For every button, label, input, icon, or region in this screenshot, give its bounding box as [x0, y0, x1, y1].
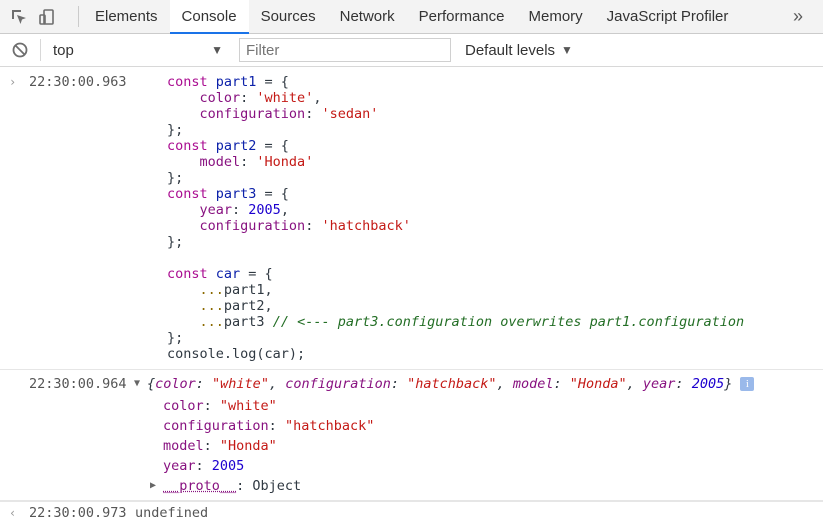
- object-summary-row[interactable]: 22:30:00.964 ▼ {color: "white", configur…: [0, 376, 823, 392]
- log-levels-label: Default levels: [465, 41, 556, 59]
- property-value: "Honda": [219, 438, 277, 454]
- tab-network[interactable]: Network: [328, 0, 407, 33]
- tab-sources[interactable]: Sources: [249, 0, 328, 33]
- console-toolbar: top ▼ Default levels ▼: [0, 34, 823, 67]
- timestamp: 22:30:00.964: [29, 376, 127, 392]
- toolbar-divider: [78, 6, 79, 27]
- console-log-entry: 22:30:00.964 ▼ {color: "white", configur…: [0, 370, 823, 501]
- tab-console[interactable]: Console: [169, 0, 249, 34]
- property-key: year: [163, 458, 196, 474]
- tab-label: Console: [181, 8, 237, 25]
- object-property: color: "white": [163, 398, 277, 414]
- tab-performance[interactable]: Performance: [407, 0, 517, 33]
- context-label: top: [53, 41, 74, 59]
- context-selector[interactable]: top ▼: [40, 39, 231, 61]
- tool-icons: [0, 0, 78, 33]
- filter-field[interactable]: [239, 38, 451, 62]
- info-icon[interactable]: i: [740, 377, 755, 391]
- tab-label: Elements: [95, 8, 158, 25]
- log-levels-dropdown[interactable]: Default levels ▼: [465, 42, 573, 59]
- input-prompt-icon: ›: [9, 75, 17, 89]
- device-toolbar-icon[interactable]: [36, 6, 58, 28]
- object-property: configuration: "hatchback": [163, 418, 375, 434]
- property-value: "white": [219, 398, 277, 414]
- object-property: year: 2005: [163, 458, 245, 474]
- property-value: "hatchback": [284, 418, 375, 434]
- expand-caret-icon[interactable]: ▼: [134, 376, 140, 392]
- proto-property[interactable]: ▶ __proto__: Object: [0, 476, 823, 496]
- tab-label: Performance: [418, 8, 505, 25]
- tab-elements[interactable]: Elements: [83, 0, 170, 33]
- expand-caret-icon[interactable]: ▶: [150, 476, 156, 496]
- filter-input[interactable]: [240, 41, 447, 59]
- tab-label: JavaScript Profiler: [606, 8, 729, 25]
- property-key: configuration: [163, 418, 269, 434]
- tab-memory[interactable]: Memory: [517, 0, 595, 33]
- tab-label: Sources: [260, 8, 316, 25]
- property-key: __proto__: [163, 478, 237, 494]
- more-tabs-button[interactable]: »: [793, 0, 803, 33]
- devtools-tab-bar: Elements Console Sources Network Perform…: [0, 0, 823, 34]
- console-result-entry: ‹ 22:30:00.973 undefined: [0, 501, 823, 522]
- property-key: model: [163, 438, 204, 454]
- dropdown-caret-icon: ▼: [561, 43, 573, 57]
- timestamp: 22:30:00.963: [29, 74, 127, 90]
- tab-label: Network: [339, 8, 395, 25]
- object-preview: {color: "white", configuration: "hatchba…: [147, 376, 755, 392]
- property-value: 2005: [211, 458, 245, 474]
- tab-label: Memory: [528, 8, 583, 25]
- object-property: model: "Honda": [163, 438, 277, 454]
- timestamp: 22:30:00.973: [29, 505, 127, 521]
- source-code[interactable]: const part1 = { color: 'white', configur…: [0, 67, 823, 369]
- property-key: color: [163, 398, 204, 414]
- result-arrow-icon: ‹: [9, 506, 17, 520]
- dropdown-caret-icon: ▼: [211, 43, 223, 57]
- clear-console-button[interactable]: [0, 42, 40, 58]
- property-value: Object: [252, 478, 302, 494]
- tab-javascript-profiler[interactable]: JavaScript Profiler: [595, 0, 741, 33]
- inspect-element-icon[interactable]: [8, 6, 30, 28]
- console-input-entry: › 22:30:00.963 const part1 = { color: 'w…: [0, 67, 823, 370]
- clear-console-icon: [12, 42, 28, 58]
- console-messages: › 22:30:00.963 const part1 = { color: 'w…: [0, 67, 823, 522]
- result-value: undefined: [135, 505, 209, 521]
